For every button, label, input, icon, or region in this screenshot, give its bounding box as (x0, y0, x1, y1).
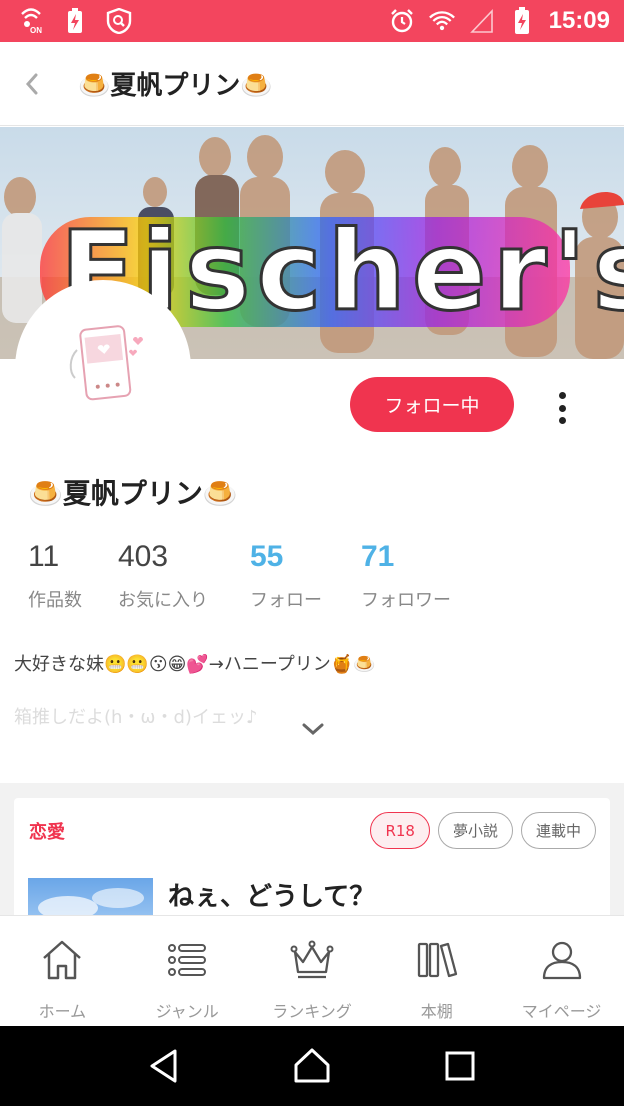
stat-followers-count: 71 (361, 540, 395, 573)
work-card[interactable]: 恋愛 R18 夢小説 連載中 ねぇ、どうして？ (14, 798, 610, 923)
profile-bio: 大好きな妹😬😬😗😁💕→ハニープリン🍯🍮 (14, 654, 376, 675)
system-home-button[interactable] (287, 1041, 337, 1091)
more-options-icon[interactable] (546, 388, 578, 428)
system-recents-button[interactable] (435, 1041, 485, 1091)
shield-icon (106, 8, 132, 34)
nav-ranking[interactable]: ランキング (250, 916, 375, 1026)
profile-avatar[interactable] (15, 280, 191, 456)
stat-works-count: 11 (28, 540, 60, 573)
stat-works-label: 作品数 (28, 590, 82, 611)
bookshelf-icon (413, 936, 461, 984)
battery-charging-icon (509, 7, 535, 34)
profile-bio-faded: 箱推しだよ(h・ω・d)イェッ♪ (14, 707, 258, 728)
status-bar: ON 15:09 (0, 0, 624, 42)
stat-works[interactable]: 11 作品数 (28, 540, 118, 612)
volte-icon: ON (18, 8, 44, 34)
tag-dream-novel: 夢小説 (437, 812, 513, 849)
nav-genre-label: ジャンル (155, 1002, 219, 1021)
tag-r18: R18 (370, 812, 430, 849)
work-tags: R18 夢小説 連載中 (370, 812, 596, 849)
square-recents-icon (445, 1051, 475, 1081)
stat-followers-label: フォロワー (361, 590, 451, 611)
nav-home[interactable]: ホーム (0, 916, 125, 1026)
page-title: 🍮夏帆プリン🍮 (78, 71, 273, 101)
back-button[interactable] (2, 42, 62, 126)
stat-following-count: 55 (250, 540, 284, 573)
expand-bio-button[interactable] (298, 716, 328, 742)
system-navigation-bar (0, 1026, 624, 1106)
alarm-icon (389, 8, 415, 34)
stat-following-label: フォロー (250, 590, 322, 611)
stat-followers[interactable]: 71 フォロワー (361, 540, 481, 612)
profile-stats: 11 作品数 403 お気に入り 55 フォロー 71 フォロワー (28, 540, 481, 612)
work-title: ねぇ、どうして？ (168, 882, 376, 912)
nav-bookshelf-label: 本棚 (420, 1002, 453, 1021)
nav-mypage-label: マイページ (521, 1002, 602, 1021)
triangle-back-icon (150, 1049, 177, 1083)
status-time: 15:09 (548, 7, 610, 34)
home-icon (38, 936, 86, 984)
crown-icon (288, 936, 336, 984)
nav-genre[interactable]: ジャンル (125, 916, 250, 1026)
status-left-icons: ON (18, 8, 132, 34)
home-outline-icon (294, 1048, 330, 1083)
svg-text:ON: ON (30, 26, 42, 34)
work-genre: 恋愛 (29, 822, 65, 843)
following-button[interactable]: フォロー中 (350, 377, 514, 432)
tag-ongoing: 連載中 (520, 812, 596, 849)
nav-home-label: ホーム (38, 1002, 87, 1021)
nav-ranking-label: ランキング (272, 1002, 352, 1021)
stat-favorites-count: 403 (118, 540, 169, 573)
person-icon (538, 936, 586, 984)
stat-favorites[interactable]: 403 お気に入り (118, 540, 250, 612)
wifi-icon (428, 8, 455, 34)
nav-bookshelf[interactable]: 本棚 (374, 916, 499, 1026)
battery-saver-icon (62, 8, 88, 34)
chevron-left-icon (25, 73, 38, 94)
app-header: 🍮夏帆プリン🍮 (0, 42, 624, 126)
stat-favorites-label: お気に入り (118, 590, 208, 611)
status-right-icons: 15:09 (389, 7, 610, 35)
list-icon (163, 936, 211, 984)
system-back-button[interactable] (139, 1041, 189, 1091)
nav-mypage[interactable]: マイページ (499, 916, 624, 1026)
bottom-navigation: ホーム ジャンル ランキング 本棚 マイページ (0, 915, 624, 1026)
chevron-down-icon (302, 723, 324, 736)
signal-icon (469, 8, 495, 34)
phone-avatar-icon (69, 325, 143, 401)
stat-following[interactable]: 55 フォロー (250, 540, 361, 612)
profile-name: 🍮夏帆プリン🍮 (28, 477, 238, 510)
